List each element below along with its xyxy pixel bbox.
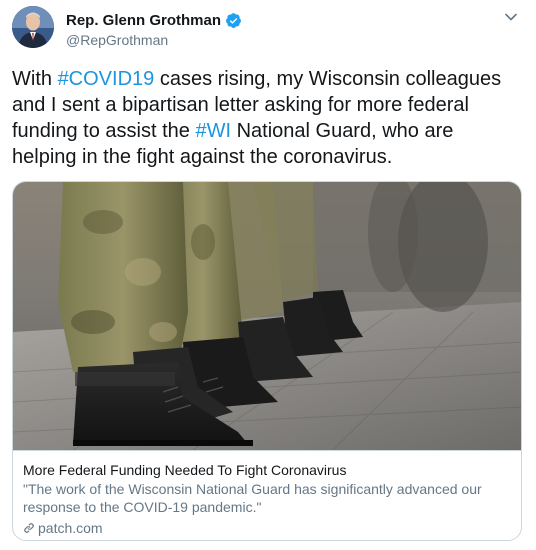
author-handle[interactable]: @RepGrothman: [66, 32, 242, 48]
link-icon: [24, 523, 34, 533]
author-name[interactable]: Rep. Glenn Grothman: [66, 12, 221, 29]
card-description: "The work of the Wisconsin National Guar…: [23, 481, 482, 515]
card-domain: patch.com: [38, 520, 103, 536]
name-row: Rep. Glenn Grothman: [66, 10, 242, 30]
tweet-text-segment: With: [12, 68, 58, 90]
link-card[interactable]: More Federal Funding Needed To Fight Cor…: [12, 181, 522, 541]
card-source: patch.com: [23, 519, 513, 537]
chevron-down-icon[interactable]: [504, 10, 518, 24]
verified-badge-icon: [226, 12, 241, 28]
card-title: More Federal Funding Needed To Fight Cor…: [23, 462, 347, 478]
tweet: Rep. Glenn Grothman @RepGrothman With #C…: [0, 0, 536, 550]
hashtag-wi[interactable]: #WI: [195, 120, 231, 142]
avatar-image: [12, 6, 54, 48]
card-image-soldier-boots: [13, 182, 521, 450]
hashtag-covid19[interactable]: #COVID19: [58, 68, 155, 90]
author-block: Rep. Glenn Grothman @RepGrothman: [66, 10, 242, 48]
avatar[interactable]: [12, 6, 54, 48]
card-body: More Federal Funding Needed To Fight Cor…: [13, 450, 521, 540]
tweet-text: With #COVID19 cases rising, my Wisconsin…: [12, 66, 517, 170]
